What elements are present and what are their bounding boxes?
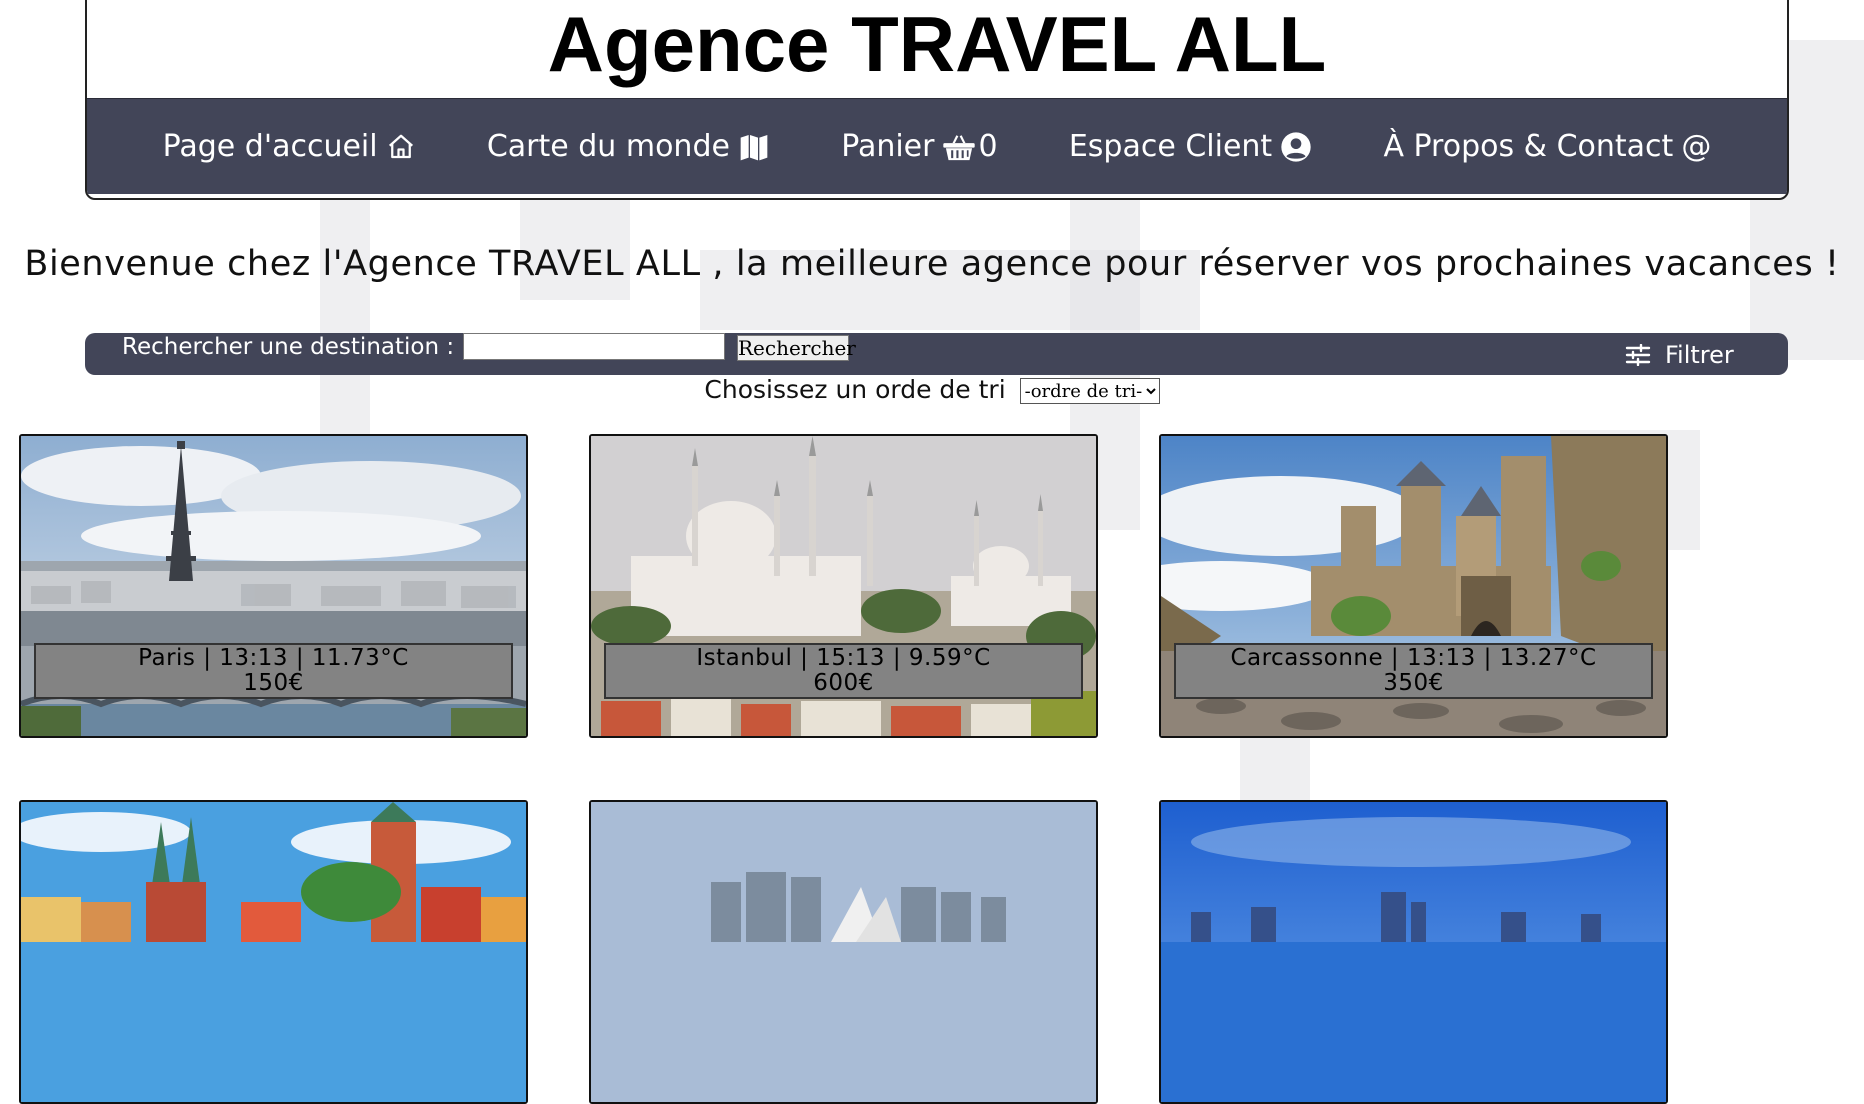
destination-card-6[interactable] <box>1159 800 1668 1104</box>
sort-label: Chosissez un orde de tri <box>704 375 1006 404</box>
sort-select[interactable]: -ordre de tri- <box>1019 378 1160 404</box>
sort-row: Chosissez un orde de tri -ordre de tri- <box>0 375 1864 404</box>
nav-home[interactable]: Page d'accueil <box>163 129 416 164</box>
nav-cart[interactable]: Panier 0 <box>841 129 997 164</box>
destination-price: 350€ <box>1383 670 1444 696</box>
destination-card-carcassonne[interactable]: Carcassonne | 13:13 | 13.27°C 350€ <box>1159 434 1668 738</box>
destination-info: Istanbul | 15:13 | 9.59°C 600€ <box>604 643 1083 699</box>
search-input[interactable] <box>463 333 725 360</box>
search-bar: Rechercher une destination : Rechercher … <box>85 333 1788 375</box>
nav-client[interactable]: Espace Client <box>1069 129 1312 164</box>
nav-map[interactable]: Carte du monde <box>487 129 770 164</box>
destination-card-5[interactable] <box>589 800 1098 1104</box>
city-photo <box>1161 802 1666 1102</box>
destination-card-istanbul[interactable]: Istanbul | 15:13 | 9.59°C 600€ <box>589 434 1098 738</box>
nav-client-label: Espace Client <box>1068 129 1273 164</box>
destination-title: Carcassonne | 13:13 | 13.27°C <box>1230 645 1597 671</box>
nav-about[interactable]: À Propos & Contact @ <box>1383 129 1711 164</box>
city-photo <box>591 802 1096 1102</box>
city-photo <box>21 802 526 1102</box>
nav-map-label: Carte du monde <box>486 129 730 164</box>
basket-icon <box>943 134 976 160</box>
filter-button[interactable]: Filtrer <box>1625 341 1734 369</box>
destination-info: Paris | 13:13 | 11.73°C 150€ <box>34 643 513 699</box>
cart-count: 0 <box>978 129 998 164</box>
search-label: Rechercher une destination : <box>122 334 455 360</box>
map-icon <box>740 134 768 160</box>
site-header: Agence TRAVEL ALL Page d'accueil Carte d… <box>85 0 1789 200</box>
destination-card-4[interactable] <box>19 800 528 1104</box>
main-nav: Page d'accueil Carte du monde Panier 0 E… <box>87 98 1787 194</box>
nav-about-label: À Propos & Contact <box>1383 129 1674 164</box>
destination-title: Istanbul | 15:13 | 9.59°C <box>696 645 991 671</box>
destination-card-paris[interactable]: Paris | 13:13 | 11.73°C 150€ <box>19 434 528 738</box>
site-title: Agence TRAVEL ALL <box>547 0 1327 88</box>
destination-price: 150€ <box>243 670 304 696</box>
welcome-message: Bienvenue chez l'Agence TRAVEL ALL , la … <box>24 244 1840 284</box>
search-button[interactable]: Rechercher <box>737 335 856 361</box>
nav-home-label: Page d'accueil <box>162 129 378 164</box>
filter-label: Filtrer <box>1665 341 1734 369</box>
at-icon: @ <box>1681 129 1712 164</box>
destination-info: Carcassonne | 13:13 | 13.27°C 350€ <box>1174 643 1653 699</box>
sliders-icon <box>1625 344 1651 366</box>
destination-title: Paris | 13:13 | 11.73°C <box>138 645 409 671</box>
destination-price: 600€ <box>813 670 874 696</box>
user-circle-icon <box>1281 131 1311 162</box>
home-icon <box>388 134 413 158</box>
nav-cart-label: Panier <box>841 129 935 164</box>
